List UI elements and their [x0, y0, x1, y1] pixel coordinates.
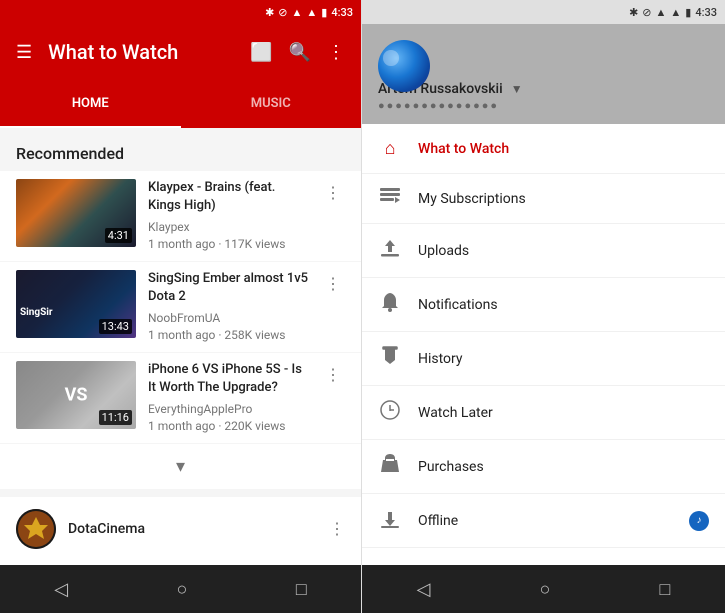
- video-thumbnail: VS 11:16: [16, 361, 136, 429]
- menu-label: My Subscriptions: [418, 191, 709, 207]
- video-info: iPhone 6 VS iPhone 5S - Is It Worth The …: [148, 361, 309, 435]
- tab-music[interactable]: MUSIC: [181, 80, 362, 128]
- tabs-bar: HOME MUSIC: [0, 80, 361, 128]
- menu-item-purchases[interactable]: Purchases: [362, 440, 725, 494]
- menu-label: Uploads: [418, 243, 709, 259]
- menu-item-offline[interactable]: Offline ♪: [362, 494, 725, 548]
- back-button[interactable]: ◁: [34, 571, 88, 608]
- wifi2-icon: ▲: [670, 6, 681, 19]
- menu-item-subscriptions[interactable]: My Subscriptions: [362, 174, 725, 224]
- video-meta: 1 month ago · 117K views: [148, 236, 309, 253]
- video-duration: 11:16: [99, 410, 132, 425]
- more-options-icon[interactable]: ⋮: [327, 42, 345, 63]
- nosim2-icon: ⊘: [642, 6, 651, 19]
- bottom-navigation: ◁ ○ □: [0, 565, 361, 613]
- video-item[interactable]: 4:31 Klaypex - Brains (feat. Kings High)…: [0, 171, 361, 261]
- channel-more-icon[interactable]: ⋮: [329, 519, 345, 538]
- menu-label: Offline: [418, 513, 673, 529]
- menu-label: Notifications: [418, 297, 709, 313]
- video-channel: NoobFromUA: [148, 310, 309, 327]
- video-more-icon[interactable]: ⋮: [321, 361, 345, 388]
- video-info: Klaypex - Brains (feat. Kings High) Klay…: [148, 179, 309, 253]
- left-panel: ✱ ⊘ ▲ ▲ ▮ 4:33 ☰ What to Watch ⬜ 🔍 ⋮ HOM…: [0, 0, 362, 613]
- video-info: SingSing Ember almost 1v5 Dota 2 NoobFro…: [148, 270, 309, 344]
- channel-name: DotaCinema: [68, 521, 317, 537]
- profile-email: ●●●●●●●●●●●●●●: [378, 99, 709, 112]
- menu-label: What to Watch: [418, 141, 709, 157]
- app-title: What to Watch: [48, 40, 234, 64]
- time2-display: 4:33: [695, 6, 717, 19]
- search-icon[interactable]: 🔍: [289, 42, 311, 63]
- content-area: Recommended 4:31 Klaypex - Brains (feat.…: [0, 128, 361, 565]
- dropdown-icon[interactable]: ▼: [511, 82, 523, 96]
- recents-button[interactable]: □: [276, 571, 327, 608]
- purchases-icon: [378, 454, 402, 479]
- video-title: SingSing Ember almost 1v5 Dota 2: [148, 270, 309, 306]
- signal-icon: ▲: [292, 6, 303, 19]
- menu-item-history[interactable]: History: [362, 332, 725, 386]
- menu-label: History: [418, 351, 709, 367]
- menu-icon[interactable]: ☰: [16, 42, 32, 63]
- cast-icon[interactable]: ⬜: [250, 42, 272, 63]
- recommended-header: Recommended: [0, 128, 361, 171]
- menu-item-watchlater[interactable]: Watch Later: [362, 386, 725, 440]
- thumb-label: SingSir: [20, 307, 53, 318]
- home-button[interactable]: ○: [157, 571, 208, 608]
- video-title: iPhone 6 VS iPhone 5S - Is It Worth The …: [148, 361, 309, 397]
- status-icons: ✱ ⊘ ▲ ▲ ▮ 4:33: [265, 6, 353, 19]
- signal2-icon: ▲: [656, 6, 667, 19]
- video-thumbnail: SingSir 13:43: [16, 270, 136, 338]
- offline-badge: ♪: [689, 511, 709, 531]
- music-badge-icon: ♪: [697, 515, 702, 526]
- history-icon: [378, 346, 402, 371]
- video-meta: 1 month ago · 220K views: [148, 418, 309, 435]
- subscriptions-icon: [378, 188, 402, 209]
- menu-item-watch[interactable]: ⌂ What to Watch: [362, 124, 725, 174]
- app-bar: ☰ What to Watch ⬜ 🔍 ⋮: [0, 24, 361, 80]
- right-status-icons: ✱ ⊘ ▲ ▲ ▮ 4:33: [629, 6, 717, 19]
- video-duration: 13:43: [99, 319, 132, 334]
- upload-icon: [378, 238, 402, 263]
- watchlater-icon: [378, 400, 402, 425]
- video-title: Klaypex - Brains (feat. Kings High): [148, 179, 309, 215]
- menu-list: ⌂ What to Watch My Subscriptions: [362, 124, 725, 565]
- offline-icon: [378, 508, 402, 533]
- menu-label: Watch Later: [418, 405, 709, 421]
- bt-icon: ✱: [629, 6, 638, 19]
- right-home-button[interactable]: ○: [520, 571, 571, 608]
- video-thumbnail: 4:31: [16, 179, 136, 247]
- channel-header: DotaCinema ⋮: [0, 497, 361, 561]
- time-display: 4:33: [331, 6, 353, 19]
- profile-avatar: [378, 40, 430, 92]
- video-meta: 1 month ago · 258K views: [148, 327, 309, 344]
- menu-item-notifications[interactable]: Notifications: [362, 278, 725, 332]
- show-more-button[interactable]: ▾: [0, 444, 361, 489]
- right-back-button[interactable]: ◁: [397, 571, 451, 608]
- battery2-icon: ▮: [685, 6, 691, 19]
- video-more-icon[interactable]: ⋮: [321, 179, 345, 206]
- right-recents-button[interactable]: □: [640, 571, 691, 608]
- video-item[interactable]: VS 11:16 iPhone 6 VS iPhone 5S - Is It W…: [0, 353, 361, 443]
- menu-item-uploads[interactable]: Uploads: [362, 224, 725, 278]
- right-bottom-navigation: ◁ ○ □: [362, 565, 725, 613]
- channel-avatar: [16, 509, 56, 549]
- tab-home[interactable]: HOME: [0, 80, 181, 128]
- bluetooth-icon: ✱: [265, 6, 274, 19]
- video-duration: 4:31: [105, 228, 132, 243]
- battery-icon: ▮: [321, 6, 327, 19]
- wifi-icon: ▲: [306, 6, 317, 19]
- video-channel: Klaypex: [148, 219, 309, 236]
- profile-header: Artem Russakovskii ▼ ●●●●●●●●●●●●●●: [362, 24, 725, 124]
- chevron-down-icon: ▾: [176, 456, 185, 477]
- home-icon: ⌂: [378, 138, 402, 159]
- menu-label: Purchases: [418, 459, 709, 475]
- notifications-icon: [378, 292, 402, 317]
- left-status-bar: ✱ ⊘ ▲ ▲ ▮ 4:33: [0, 0, 361, 24]
- thumb-vs-label: VS: [65, 384, 88, 405]
- right-panel: ✱ ⊘ ▲ ▲ ▮ 4:33 Artem Russakovskii ▼ ●●●●…: [362, 0, 725, 613]
- video-item[interactable]: SingSir 13:43 SingSing Ember almost 1v5 …: [0, 262, 361, 352]
- nosim-icon: ⊘: [278, 6, 287, 19]
- video-more-icon[interactable]: ⋮: [321, 270, 345, 297]
- video-channel: EverythingApplePro: [148, 401, 309, 418]
